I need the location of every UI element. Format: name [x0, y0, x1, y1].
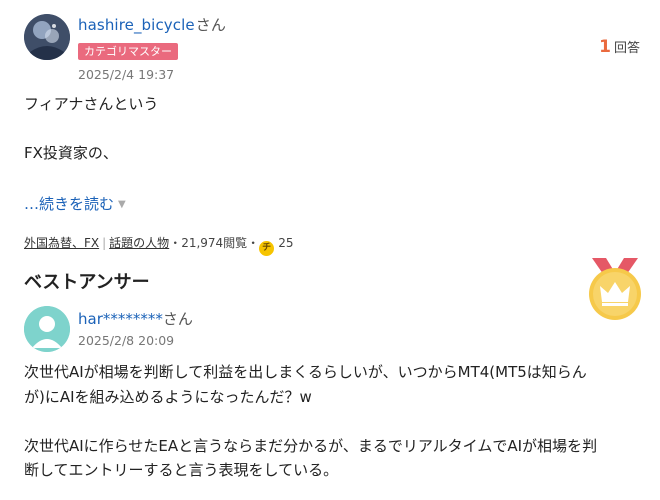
question-date: 2025/2/4 19:37 [78, 67, 175, 82]
coin-icon: チ [259, 241, 275, 256]
question-body-line1: フィアナさんという [24, 95, 159, 113]
category-master-badge: カテゴリマスター [78, 43, 178, 60]
answer-para1-line1: 次世代AIが相場を判断して利益を出しまくるらしいが、いつからMT4(MT5は知ら… [24, 363, 587, 381]
answerer-name[interactable]: har********さん [78, 308, 193, 329]
answer-count-number: 1 [599, 37, 611, 57]
chevron-down-icon: ▼ [118, 199, 126, 210]
questioner-avatar[interactable] [24, 14, 70, 60]
answerer-username[interactable]: har******** [78, 310, 163, 328]
coin-count: 25 [278, 236, 294, 250]
answerer-honorific: さん [162, 310, 193, 328]
category-separator: | [102, 236, 107, 250]
category-link-fx[interactable]: 外国為替、FX [24, 236, 99, 250]
default-user-icon [24, 306, 70, 352]
questioner-honorific: さん [195, 16, 226, 34]
best-answer-heading: ベストアンサー [24, 272, 150, 293]
answer-count[interactable]: 1 回答 [599, 37, 640, 57]
question-body-line2: FX投資家の、 [24, 144, 118, 162]
read-more-label: …続きを読む [24, 195, 115, 213]
answer-date: 2025/2/8 20:09 [78, 333, 175, 348]
answer-para2-line2: 断してエントリーすると言う表現をしている。 [24, 461, 339, 479]
medal-crown-icon [586, 258, 644, 322]
view-count: ・21,974閲覧・ [169, 236, 260, 250]
answerer-avatar[interactable] [24, 306, 70, 352]
answer-count-label: 回答 [613, 41, 640, 56]
question-meta: 外国為替、FX | 話題の人物・21,974閲覧・チ 25 [24, 234, 293, 256]
questioner-name[interactable]: hashire_bicycleさん [78, 14, 226, 35]
questioner-username[interactable]: hashire_bicycle [78, 16, 195, 34]
read-more-link[interactable]: …続きを読む ▼ [24, 193, 126, 214]
category-link-topic[interactable]: 話題の人物 [109, 236, 169, 250]
avatar-image [24, 14, 70, 60]
answer-para2-line1: 次世代AIに作らせたEAと言うならまだ分かるが、まるでリアルタイムでAIが相場を… [24, 437, 598, 455]
answer-para1-line2: が)にAIを組み込めるようになったんだ？w [24, 388, 312, 406]
